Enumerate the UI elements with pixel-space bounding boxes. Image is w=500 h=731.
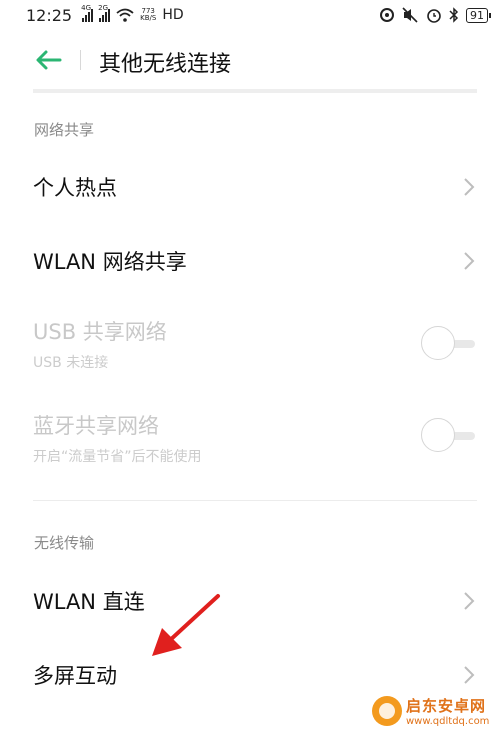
list-item-usb-sharing: USB 共享网络 USB 未连接 [0,312,500,378]
annotation-arrow-icon [152,594,220,656]
header-divider [80,50,81,70]
chevron-right-icon [464,252,475,270]
chevron-right-icon [464,592,475,610]
list-item-wlan-sharing[interactable]: WLAN 网络共享 [0,234,500,288]
status-bar: 12:25 4G 2G 773 KB/S HD 91 [0,0,500,30]
screen-record-icon [380,8,394,22]
section-label-wireless-transfer: 无线传输 [34,534,95,552]
bluetooth-icon [449,7,459,23]
sim2-network-type: 2G [98,4,108,12]
back-arrow-icon[interactable] [34,48,62,72]
list-item-title: WLAN 网络共享 [33,250,187,274]
watermark-name: 启东安卓网 [406,696,487,715]
app-header: 其他无线连接 [0,36,500,84]
list-item-title: WLAN 直连 [33,590,145,614]
list-item-subtitle: USB 未连接 [33,355,109,371]
network-speed: 773 KB/S [140,8,156,22]
hd-indicator: HD [162,7,184,23]
watermark-logo-icon [372,695,402,726]
header-separator [33,89,477,93]
section-divider [33,500,477,501]
list-item-title: 个人热点 [33,176,117,200]
toggle-knob [421,326,455,360]
list-item-title: 蓝牙共享网络 [33,414,159,438]
wifi-icon [116,8,134,22]
chevron-right-icon [464,666,475,684]
status-right: 91 [380,7,491,23]
list-item-subtitle: 开启“流量节省”后不能使用 [33,449,202,465]
list-item-title: 多屏互动 [33,664,117,688]
section-label-network-sharing: 网络共享 [34,121,95,139]
bluetooth-sharing-toggle[interactable] [421,418,477,454]
list-item-title: USB 共享网络 [33,320,167,344]
toggle-knob [421,418,455,452]
status-left: 12:25 4G 2G 773 KB/S HD [26,4,184,25]
signal-icon: 4G [81,4,94,22]
watermark-text: 启东安卓网 www.qdltdq.com [406,695,489,727]
mute-icon [402,7,418,23]
watermark-url: www.qdltdq.com [406,715,490,727]
list-item-personal-hotspot[interactable]: 个人热点 [0,160,500,214]
page-title: 其他无线连接 [99,52,232,77]
status-time: 12:25 [26,5,73,25]
usb-sharing-toggle[interactable] [421,326,477,362]
battery-icon: 91 [466,7,491,23]
watermark: 启东安卓网 www.qdltdq.com [372,690,500,731]
signal-icon-2: 2G [98,4,111,22]
network-speed-unit: KB/S [140,14,157,22]
list-item-bluetooth-sharing: 蓝牙共享网络 开启“流量节省”后不能使用 [0,406,500,472]
sim1-network-type: 4G [81,4,91,12]
list-item-wlan-direct[interactable]: WLAN 直连 [0,574,500,628]
chevron-right-icon [464,178,475,196]
alarm-icon [427,9,441,23]
